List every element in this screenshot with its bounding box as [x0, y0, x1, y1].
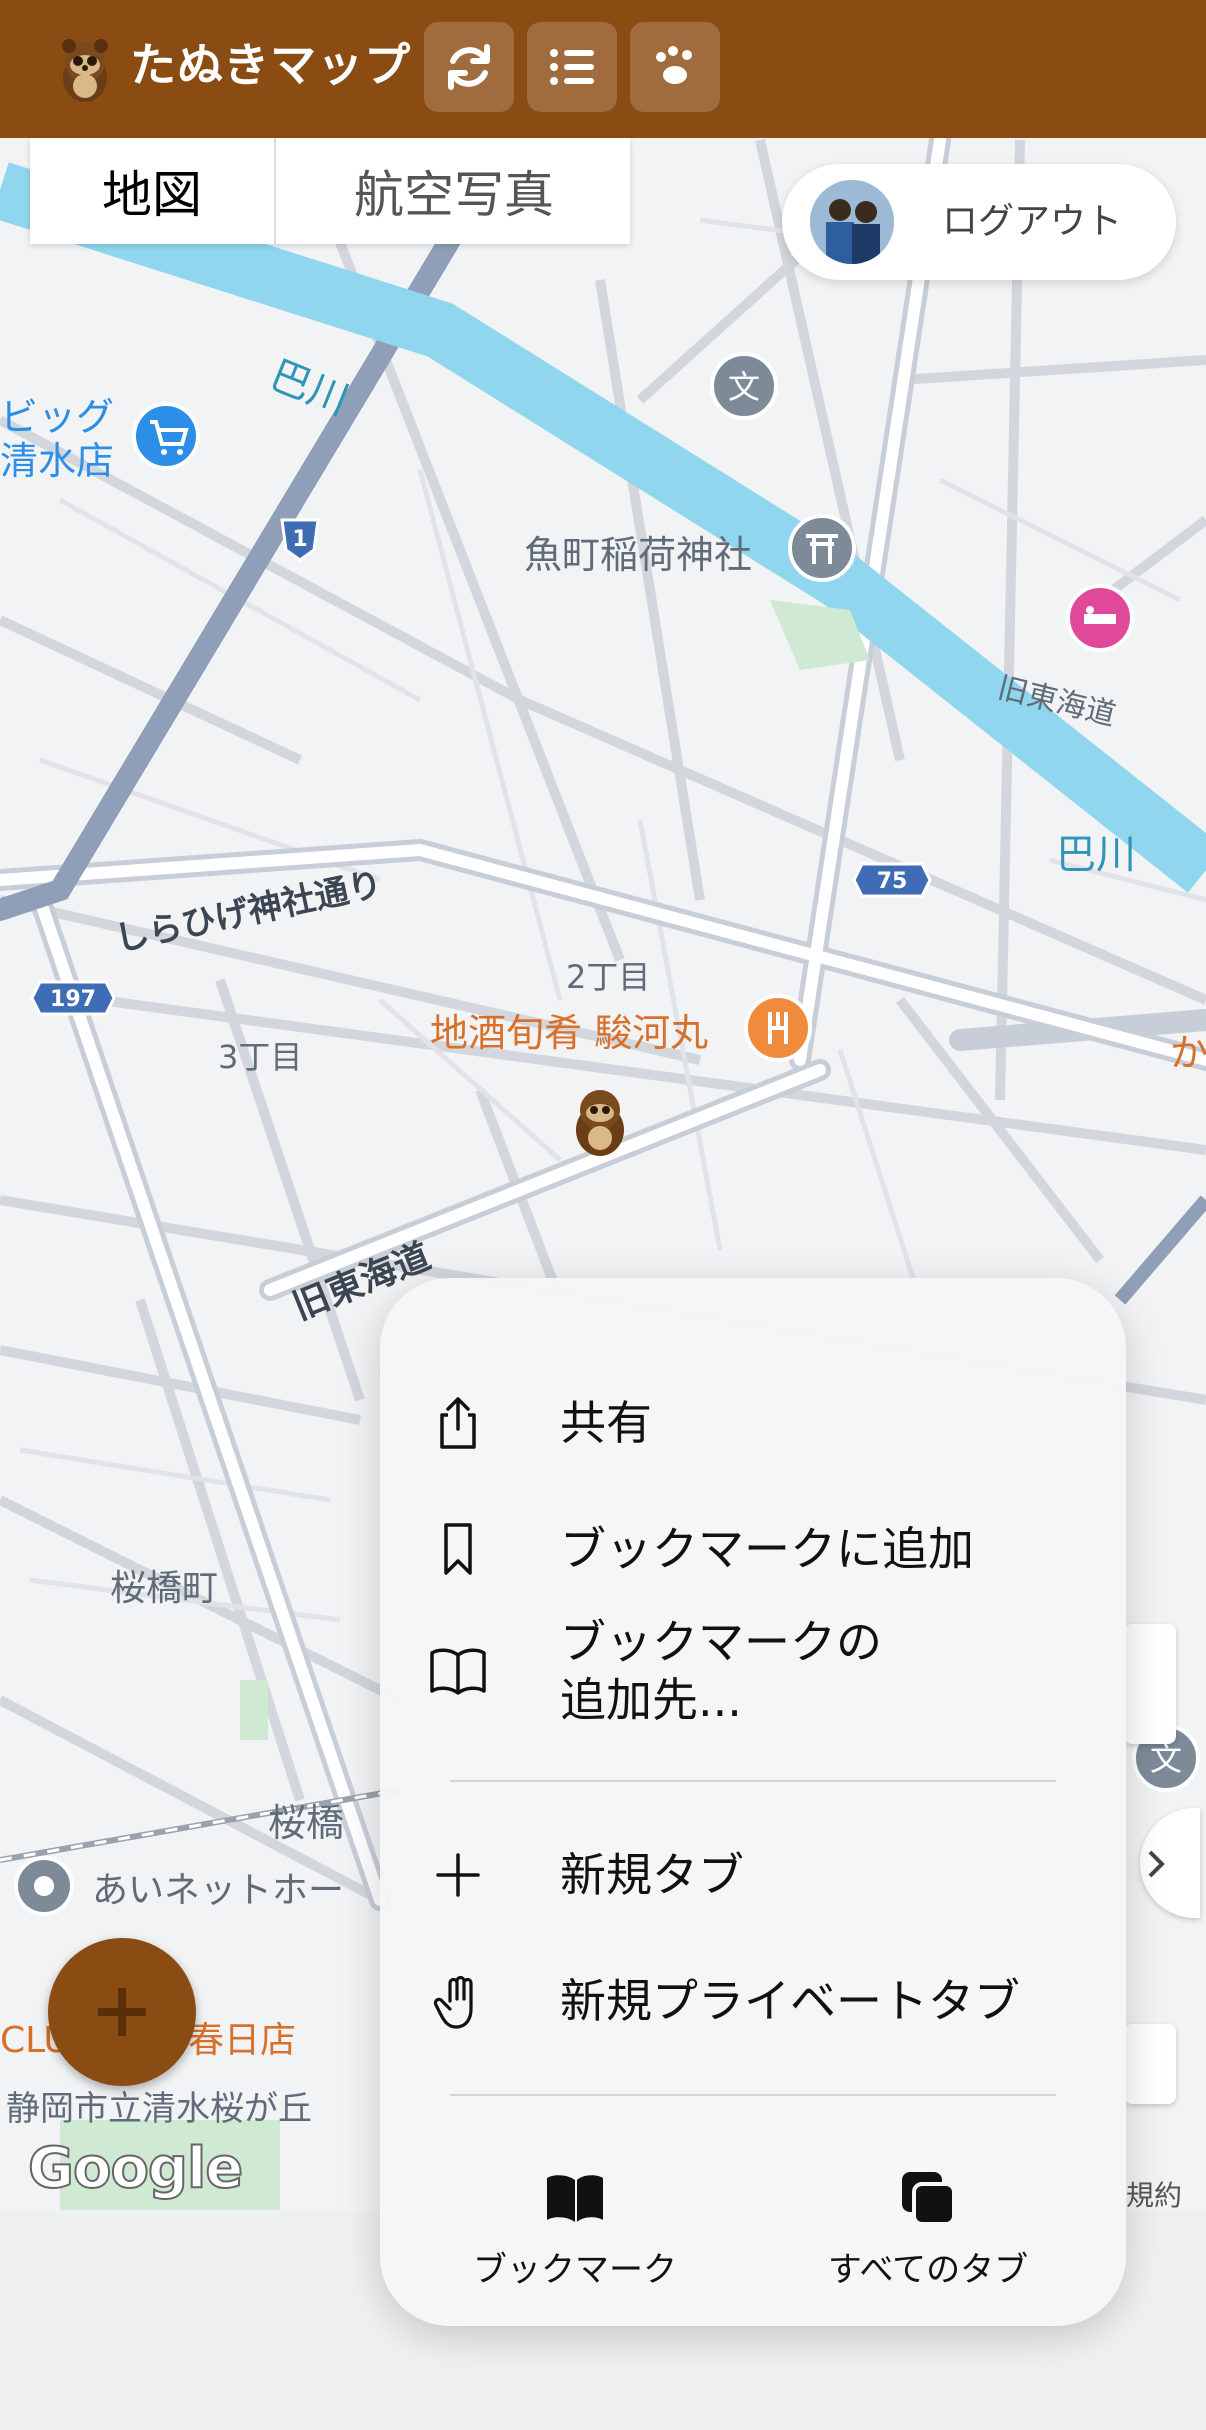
map-type-tabs: 地図 航空写真 — [30, 138, 630, 244]
tanuki-location-marker[interactable] — [576, 1090, 624, 1156]
sakurabashi-label: 桜橋 — [268, 1801, 344, 1845]
menu-item-bookmark-to[interactable]: ブックマークの 追加先... — [380, 1596, 1126, 1746]
book-filled-icon — [547, 2175, 603, 2222]
list-icon — [550, 49, 594, 85]
hand-icon — [433, 1975, 473, 2029]
menu-item-label-line2: 追加先... — [560, 1673, 742, 1727]
chome2-label: 2丁目 — [566, 958, 650, 996]
all-tabs-label: すべてのタブ — [827, 2250, 1029, 2290]
bookmark-icon — [444, 1523, 472, 1575]
menu-item-new-tab[interactable]: 新規タブ — [380, 1820, 1126, 1930]
avatar — [810, 180, 894, 264]
menu-item-label: 新規プライベートタブ — [560, 1974, 1020, 2028]
svg-text:文: 文 — [1150, 1740, 1182, 1778]
menu-item-new-private-tab[interactable]: 新規プライベートタブ — [380, 1946, 1126, 2056]
restaurant-label: 地酒旬肴 駿河丸 — [430, 1011, 708, 1055]
bookmarks-button[interactable]: ブックマーク — [425, 2158, 725, 2290]
sakurabashi-cho-label: 桜橋町 — [110, 1568, 218, 1609]
route-197-label: 197 — [50, 987, 96, 1012]
shrine-label: 魚町稲荷神社 — [524, 533, 752, 577]
logout-button[interactable]: ログアウト — [782, 164, 1176, 280]
svg-text:文: 文 — [728, 368, 760, 406]
paw-icon — [656, 46, 692, 84]
restaurant-pin[interactable] — [744, 994, 812, 1062]
share-icon — [440, 1397, 476, 1449]
place-pin-gray[interactable] — [14, 1856, 74, 1916]
shopping-cart-pin[interactable] — [132, 402, 200, 470]
map-control-partial[interactable] — [1124, 1624, 1176, 1744]
logout-label: ログアウト — [942, 201, 1123, 242]
menu-divider — [450, 1780, 1056, 1782]
app-title: たぬきマップ — [130, 38, 412, 92]
app-header: たぬきマップ — [0, 0, 1206, 138]
menu-item-share[interactable]: 共有 — [380, 1368, 1126, 1478]
list-button[interactable] — [527, 22, 617, 112]
refresh-icon — [448, 44, 490, 90]
tab-satellite[interactable]: 航空写真 — [276, 138, 632, 244]
school-pin[interactable]: 文 — [710, 352, 778, 420]
menu-item-label: 共有 — [560, 1396, 652, 1450]
all-tabs-button[interactable]: すべてのタブ — [778, 2158, 1078, 2290]
school-label: 静岡市立清水桜が丘 — [6, 2089, 312, 2129]
net-label: あいネットホー — [92, 1870, 344, 1911]
chome3-label: 3丁目 — [218, 1038, 302, 1076]
hotel-pin[interactable] — [1066, 584, 1134, 652]
plus-icon — [436, 1853, 480, 1897]
street-view-control[interactable] — [1124, 2024, 1176, 2104]
menu-item-label: 新規タブ — [560, 1848, 744, 1902]
paw-button[interactable] — [630, 22, 720, 112]
refresh-button[interactable] — [424, 22, 514, 112]
menu-item-label-line1: ブックマークの — [560, 1615, 882, 1669]
shrine-pin[interactable] — [788, 514, 856, 582]
terms-link[interactable]: 規約 — [1126, 2174, 1182, 2214]
tabs-icon — [902, 2172, 956, 2226]
menu-item-label: ブックマークに追加 — [560, 1522, 974, 1576]
menu-divider — [450, 2094, 1056, 2096]
book-open-icon — [430, 1648, 486, 1695]
menu-item-add-bookmark[interactable]: ブックマークに追加 — [380, 1494, 1126, 1604]
bookmarks-label: ブックマーク — [473, 2250, 677, 2290]
map-next-button[interactable] — [1140, 1808, 1200, 1918]
store-label-line2: 清水店 — [0, 439, 114, 483]
chevron-right-icon — [1148, 1850, 1165, 1878]
add-button[interactable] — [48, 1938, 196, 2086]
river-label-2: 巴川 — [1056, 832, 1136, 878]
tanuki-logo-icon — [62, 39, 108, 102]
kasuga-label: 春日店 — [188, 2020, 296, 2061]
context-menu: 共有 ブックマークに追加 ブックマークの 追加先... 新規タブ 新規プライベー… — [380, 1278, 1126, 2326]
route-1-label: 1 — [292, 527, 307, 552]
plus-icon — [98, 1988, 146, 2036]
tab-map[interactable]: 地図 — [30, 138, 276, 244]
menu-item-label: ブックマークの 追加先... — [560, 1613, 882, 1729]
edge-label: か — [1170, 1031, 1206, 1075]
store-label-line1: ビッグ — [0, 395, 114, 439]
google-logo: Google — [27, 2135, 244, 2202]
route-75-label: 75 — [877, 869, 908, 894]
